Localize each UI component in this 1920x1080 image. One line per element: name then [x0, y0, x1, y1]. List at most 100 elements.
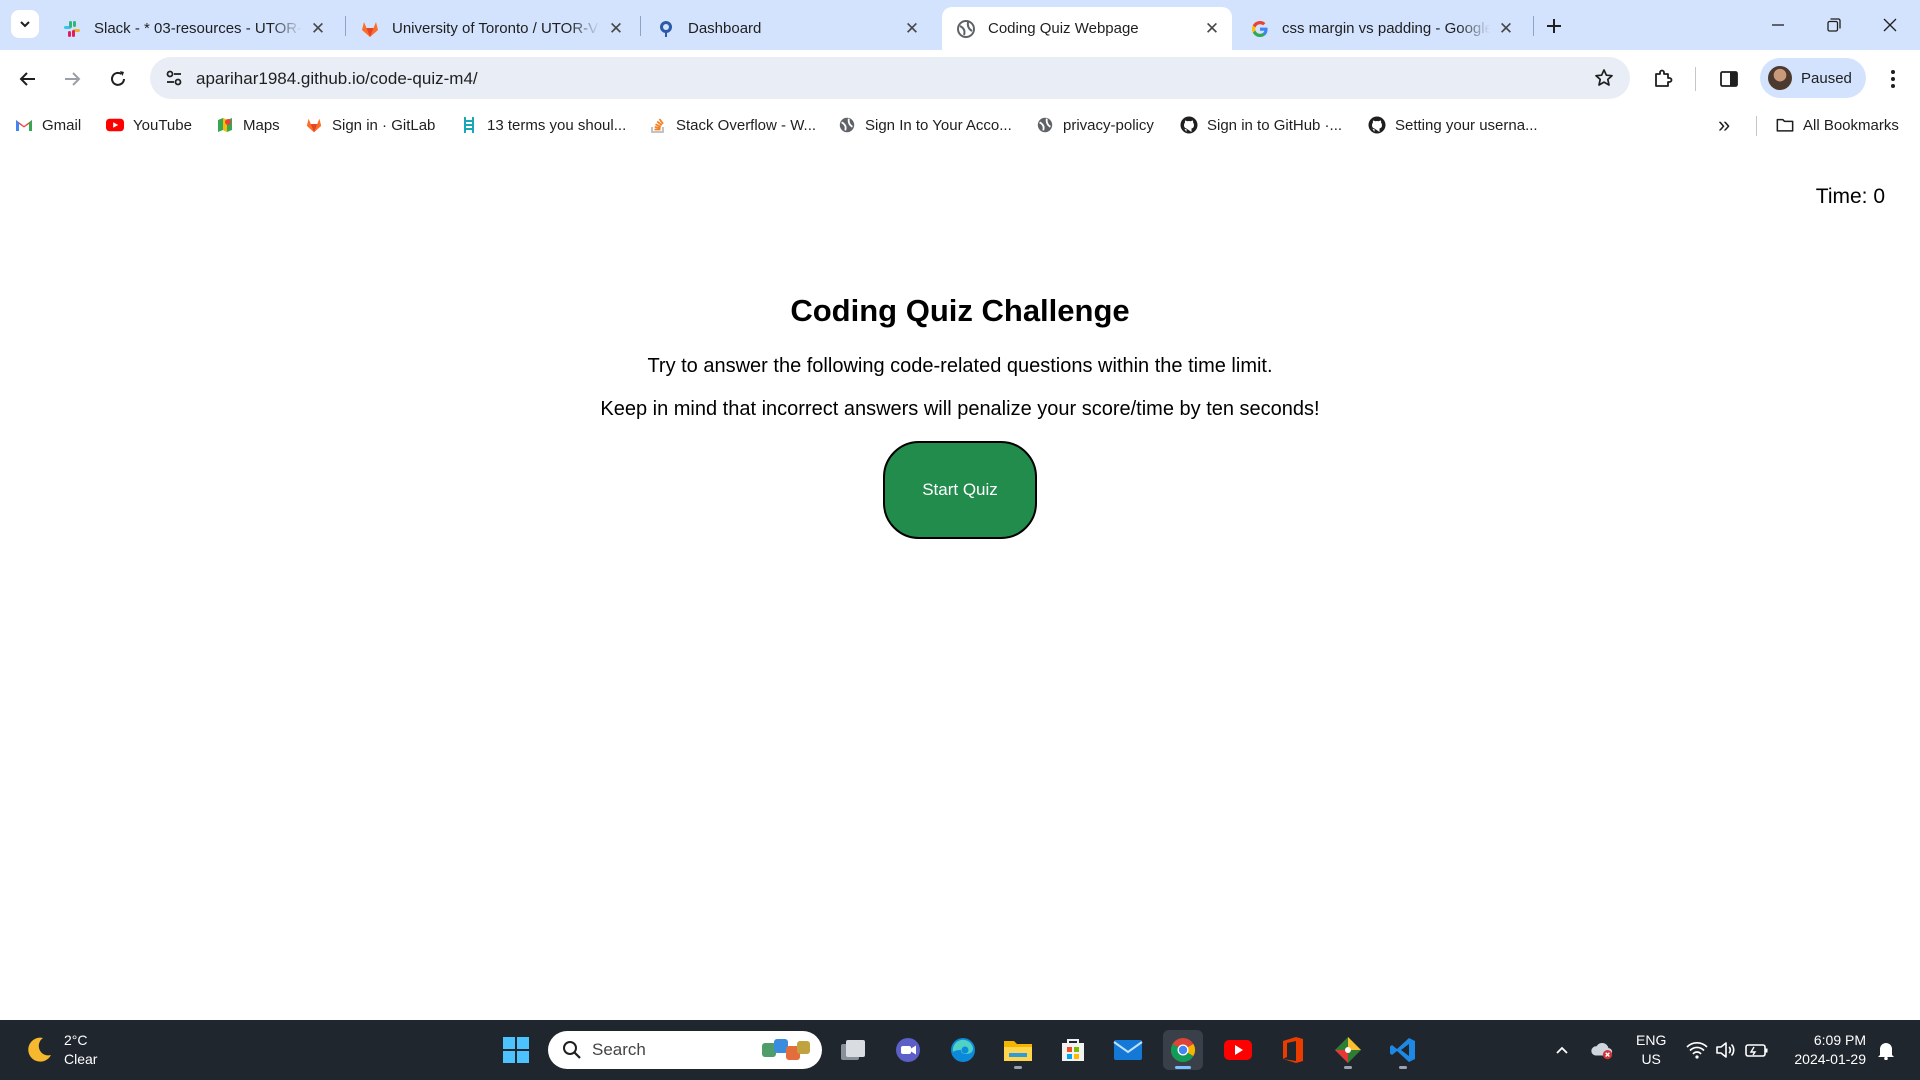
page-title: Coding Quiz Challenge — [790, 293, 1130, 328]
store-icon — [1062, 1039, 1084, 1061]
close-icon[interactable]: ✕ — [1496, 19, 1516, 39]
address-bar[interactable]: aparihar1984.github.io/code-quiz-m4/ — [150, 57, 1630, 99]
taskbar-edge[interactable] — [943, 1030, 983, 1070]
bell-icon — [1878, 1043, 1894, 1060]
show-hidden-icons-button[interactable] — [1550, 1038, 1574, 1062]
bookmark-stack-overflow[interactable]: Stack Overflow - W... — [649, 115, 816, 135]
taskbar-youtube[interactable] — [1218, 1030, 1258, 1070]
close-icon[interactable]: ✕ — [1202, 19, 1222, 39]
wifi-icon — [1686, 1041, 1708, 1059]
volume-status[interactable] — [1714, 1038, 1738, 1062]
tab-title: Slack - * 03-resources - UTOR-VIRT-FSF-P… — [94, 20, 302, 37]
dashboard-icon — [656, 19, 676, 39]
tab-dashboard[interactable]: Dashboard ✕ — [642, 7, 932, 50]
language-code: ENG — [1636, 1032, 1667, 1048]
taskbar-mail[interactable] — [1108, 1030, 1148, 1070]
restore-button[interactable] — [1806, 0, 1862, 50]
taskbar-store[interactable] — [1053, 1030, 1093, 1070]
bookmark-privacy-policy[interactable]: privacy-policy — [1036, 115, 1154, 135]
bookmark-label: Sign In to Your Acco... — [865, 116, 1012, 134]
google-icon — [1250, 19, 1270, 39]
globe-icon — [956, 19, 976, 39]
weather-desc: Clear — [64, 1051, 98, 1067]
tab-slack[interactable]: Slack - * 03-resources - UTOR-VIRT-FSF-P… — [48, 7, 338, 50]
bookmark-label: Maps — [243, 116, 280, 134]
all-bookmarks-button[interactable]: All Bookmarks — [1776, 115, 1899, 135]
taskbar-vscode[interactable] — [1383, 1030, 1423, 1070]
bookmark-setting-username[interactable]: Setting your userna... — [1368, 115, 1538, 135]
battery-icon — [1745, 1044, 1768, 1057]
star-icon — [1595, 69, 1613, 86]
site-info-button[interactable] — [160, 64, 188, 92]
close-window-button[interactable] — [1862, 0, 1918, 50]
browser-window: Slack - * 03-resources - UTOR-VIRT-FSF-P… — [0, 0, 1920, 1020]
arrow-right-icon — [65, 72, 81, 86]
bookmark-label: YouTube — [133, 116, 192, 134]
reload-icon — [111, 71, 125, 86]
taskbar-task-view[interactable] — [833, 1030, 873, 1070]
start-button[interactable] — [496, 1030, 536, 1070]
onedrive-status[interactable] — [1590, 1038, 1614, 1062]
back-button[interactable] — [13, 64, 43, 94]
forward-button[interactable] — [57, 64, 87, 94]
tab-coding-quiz[interactable]: Coding Quiz Webpage ✕ — [942, 7, 1232, 50]
url-text: aparihar1984.github.io/code-quiz-m4/ — [196, 69, 478, 88]
tab-gitlab[interactable]: University of Toronto / UTOR-VIRT-FSF-PT… — [346, 7, 636, 50]
bookmark-maps[interactable]: Maps — [216, 115, 280, 135]
search-icon — [563, 1041, 581, 1059]
tab-search-button[interactable] — [11, 10, 39, 38]
input-language[interactable]: ENG US — [1636, 1031, 1666, 1069]
tab-title: Coding Quiz Webpage — [988, 20, 1139, 37]
bookmark-sign-in-account[interactable]: Sign In to Your Acco... — [838, 115, 1012, 135]
region-code: US — [1641, 1051, 1661, 1067]
minimize-button[interactable] — [1750, 0, 1806, 50]
maps-icon — [216, 116, 234, 134]
quiz-instructions: Try to answer the following code-related… — [647, 355, 1273, 377]
running-indicator — [1014, 1066, 1022, 1069]
notifications-button[interactable] — [1874, 1038, 1898, 1062]
profile-button[interactable]: Paused — [1760, 58, 1866, 98]
taskbar-teams[interactable] — [888, 1030, 928, 1070]
bookmark-youtube[interactable]: YouTube — [106, 115, 192, 135]
bookmark-13-terms[interactable]: 13 terms you shoul... — [460, 115, 626, 135]
github-icon — [1180, 116, 1198, 134]
taskbar-git-tool[interactable] — [1328, 1030, 1368, 1070]
bookmark-gitlab[interactable]: Sign in · GitLab — [305, 115, 435, 135]
bookmark-github-sign-in[interactable]: Sign in to GitHub ·... — [1180, 115, 1342, 135]
tab-google-search[interactable]: css margin vs padding - Google Search ✕ — [1236, 7, 1526, 50]
start-quiz-button[interactable]: Start Quiz — [883, 441, 1037, 539]
side-panel-button[interactable] — [1714, 64, 1744, 94]
close-icon — [1883, 18, 1897, 32]
bookmarks-divider — [1756, 116, 1757, 136]
system-clock[interactable]: 6:09 PM 2024-01-29 — [1786, 1031, 1866, 1069]
windows-icon — [503, 1037, 529, 1063]
bookmark-star-button[interactable] — [1592, 66, 1616, 90]
tab-separator — [640, 16, 641, 36]
bookmarks-overflow-button[interactable]: » — [1718, 112, 1730, 137]
chevron-up-icon — [1556, 1046, 1568, 1054]
wifi-status[interactable] — [1685, 1038, 1709, 1062]
new-tab-button[interactable] — [1540, 12, 1568, 40]
taskbar-file-explorer[interactable] — [998, 1030, 1038, 1070]
taskbar-search[interactable]: Search — [548, 1031, 822, 1069]
browser-toolbar: aparihar1984.github.io/code-quiz-m4/ Pau… — [0, 50, 1920, 107]
taskbar-chrome[interactable] — [1163, 1030, 1203, 1070]
close-icon[interactable]: ✕ — [606, 19, 626, 39]
reload-button[interactable] — [103, 64, 133, 94]
restore-icon — [1827, 18, 1841, 32]
taskbar-office[interactable] — [1273, 1030, 1313, 1070]
toolbar-divider — [1695, 67, 1696, 91]
task-view-icon — [841, 1040, 865, 1060]
close-icon[interactable]: ✕ — [902, 19, 922, 39]
tab-title: University of Toronto / UTOR-VIRT-FSF-PT… — [392, 20, 600, 37]
office-icon — [1283, 1037, 1303, 1063]
weather-widget[interactable]: 2°C Clear — [24, 1030, 97, 1070]
battery-status[interactable] — [1745, 1038, 1769, 1062]
plus-icon — [1547, 19, 1561, 33]
tab-strip: Slack - * 03-resources - UTOR-VIRT-FSF-P… — [0, 0, 1920, 50]
all-bookmarks-label: All Bookmarks — [1803, 116, 1899, 134]
close-icon[interactable]: ✕ — [308, 19, 328, 39]
bookmark-gmail[interactable]: Gmail — [15, 115, 81, 135]
chrome-menu-button[interactable] — [1878, 64, 1908, 94]
extensions-button[interactable] — [1648, 64, 1678, 94]
